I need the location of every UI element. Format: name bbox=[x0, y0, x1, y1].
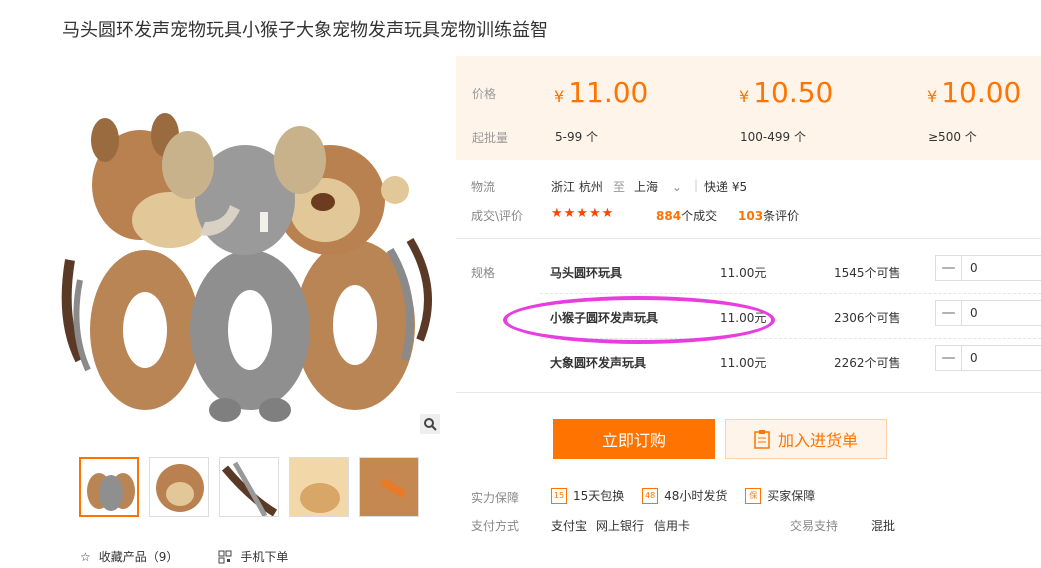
price-tier-1: ¥11.00 bbox=[554, 76, 648, 109]
zoom-icon[interactable] bbox=[420, 414, 440, 434]
row-separator bbox=[540, 293, 1041, 294]
logistics-destination-select[interactable]: 上海 ⌄ bbox=[634, 178, 682, 195]
currency-symbol: ¥ bbox=[739, 87, 750, 106]
clipboard-icon bbox=[754, 430, 770, 449]
guarantee-text: 48小时发货 bbox=[664, 489, 728, 503]
payment-label: 支付方式 bbox=[471, 519, 520, 533]
guarantee-item[interactable]: 48 48小时发货 bbox=[642, 487, 727, 504]
quantity-input[interactable] bbox=[962, 301, 1032, 325]
chevron-down-icon: ⌄ bbox=[671, 180, 682, 194]
price-panel: 价格 起批量 ¥11.00 ¥10.50 ¥10.00 5-99 个 100-4… bbox=[456, 56, 1041, 160]
thumbnail-strip bbox=[79, 457, 419, 517]
reviews-number: 103 bbox=[738, 209, 764, 223]
mobile-order-button[interactable]: 手机下单 bbox=[218, 548, 288, 565]
tier-range-3: ≥500 个 bbox=[928, 130, 977, 144]
moq-label: 起批量 bbox=[472, 131, 509, 145]
destination-value: 上海 bbox=[634, 180, 659, 194]
guarantee-item[interactable]: 15 15天包换 bbox=[551, 487, 624, 504]
buy-now-button[interactable]: 立即订购 bbox=[553, 419, 715, 459]
left-actions: ☆ 收藏产品（9） 手机下单 bbox=[80, 548, 288, 565]
favorite-label: 收藏产品（9） bbox=[98, 550, 179, 564]
trade-support-label: 交易支持 bbox=[790, 519, 839, 533]
deals-suffix: 个成交 bbox=[681, 209, 718, 223]
divider bbox=[456, 392, 1041, 393]
payment-method: 支付宝 bbox=[551, 519, 588, 533]
divider bbox=[456, 238, 1041, 239]
logistics-to-word: 至 bbox=[613, 180, 626, 194]
deals-count[interactable]: 884个成交 bbox=[656, 207, 717, 224]
guarantee-text: 15天包换 bbox=[573, 489, 625, 503]
rating-stars: ★★★★★ bbox=[551, 206, 615, 221]
spec-name: 小猴子圆环发声玩具 bbox=[550, 311, 659, 325]
guarantee-text: 买家保障 bbox=[767, 489, 816, 503]
thumbnail-5[interactable] bbox=[359, 457, 419, 517]
payment-method: 网上银行 bbox=[596, 519, 645, 533]
quantity-input[interactable] bbox=[962, 256, 1032, 280]
currency-symbol: ¥ bbox=[554, 87, 565, 106]
qr-code-icon bbox=[218, 550, 232, 563]
thumbnail-2[interactable] bbox=[149, 457, 209, 517]
star-outline-icon: ☆ bbox=[80, 549, 91, 564]
product-title: 马头圆环发声宠物玩具小猴子大象宠物发声玩具宠物训练益智 bbox=[62, 20, 548, 41]
deals-number: 884 bbox=[656, 209, 682, 223]
15-day-exchange-icon: 15 bbox=[551, 487, 567, 504]
reviews-suffix: 条评价 bbox=[763, 209, 800, 223]
48h-shipping-icon: 48 bbox=[642, 487, 659, 504]
deals-label: 成交\评价 bbox=[471, 209, 524, 223]
thumbnail-4[interactable] bbox=[289, 457, 349, 517]
spec-price: 11.00元 bbox=[720, 266, 767, 280]
quantity-stepper: — bbox=[935, 255, 1041, 281]
separator: | bbox=[694, 178, 699, 192]
reviews-count[interactable]: 103条评价 bbox=[738, 207, 799, 224]
buyer-protection-icon: 保 bbox=[745, 487, 762, 504]
guarantee-label: 实力保障 bbox=[471, 491, 520, 505]
quantity-stepper: — bbox=[935, 345, 1041, 371]
minus-button[interactable]: — bbox=[936, 256, 962, 280]
spec-row: 马头圆环玩具 11.00元 1545个可售 — bbox=[540, 250, 1041, 295]
price-tier-2: ¥10.50 bbox=[739, 76, 833, 109]
spec-stock: 1545个可售 bbox=[834, 266, 901, 280]
spec-price: 11.00元 bbox=[720, 311, 767, 325]
price-tier-3: ¥10.00 bbox=[927, 76, 1021, 109]
plush-toys-image bbox=[61, 113, 432, 422]
payment-method: 信用卡 bbox=[654, 519, 691, 533]
guarantee-list: 15 15天包换 48 48小时发货 保买家保障 bbox=[551, 487, 829, 504]
logistics-from: 浙江 杭州 bbox=[551, 180, 603, 194]
express-fee: 快递 ¥5 bbox=[704, 180, 748, 194]
mobile-order-label: 手机下单 bbox=[240, 550, 289, 564]
trade-support-value: 混批 bbox=[871, 519, 896, 533]
logistics-label: 物流 bbox=[471, 180, 496, 194]
spec-label: 规格 bbox=[471, 266, 496, 280]
quantity-input[interactable] bbox=[962, 346, 1032, 370]
spec-stock: 2262个可售 bbox=[834, 356, 901, 370]
spec-stock: 2306个可售 bbox=[834, 311, 901, 325]
spec-price: 11.00元 bbox=[720, 356, 767, 370]
spec-row: 小猴子圆环发声玩具 11.00元 2306个可售 — bbox=[540, 295, 1041, 340]
thumbnail-3[interactable] bbox=[219, 457, 279, 517]
main-product-image[interactable] bbox=[60, 100, 440, 438]
spec-name: 马头圆环玩具 bbox=[550, 266, 623, 280]
spec-row: 大象圆环发声玩具 11.00元 2262个可售 — bbox=[540, 340, 1041, 385]
price-label: 价格 bbox=[472, 87, 497, 101]
favorite-button[interactable]: ☆ 收藏产品（9） bbox=[80, 548, 178, 565]
minus-button[interactable]: — bbox=[936, 346, 962, 370]
quantity-stepper: — bbox=[935, 300, 1041, 326]
spec-name: 大象圆环发声玩具 bbox=[550, 356, 647, 370]
tier-range-1: 5-99 个 bbox=[555, 130, 599, 144]
tier-price: 11.00 bbox=[568, 76, 649, 109]
thumbnail-1[interactable] bbox=[79, 457, 139, 517]
tier-price: 10.50 bbox=[753, 76, 834, 109]
guarantee-item[interactable]: 保买家保障 bbox=[745, 487, 815, 504]
tier-price: 10.00 bbox=[941, 76, 1022, 109]
tier-range-2: 100-499 个 bbox=[740, 130, 806, 144]
currency-symbol: ¥ bbox=[927, 87, 938, 106]
minus-button[interactable]: — bbox=[936, 301, 962, 325]
add-to-cart-button[interactable]: 加入进货单 bbox=[725, 419, 887, 459]
add-to-cart-label: 加入进货单 bbox=[777, 431, 858, 450]
row-separator bbox=[540, 338, 1041, 339]
